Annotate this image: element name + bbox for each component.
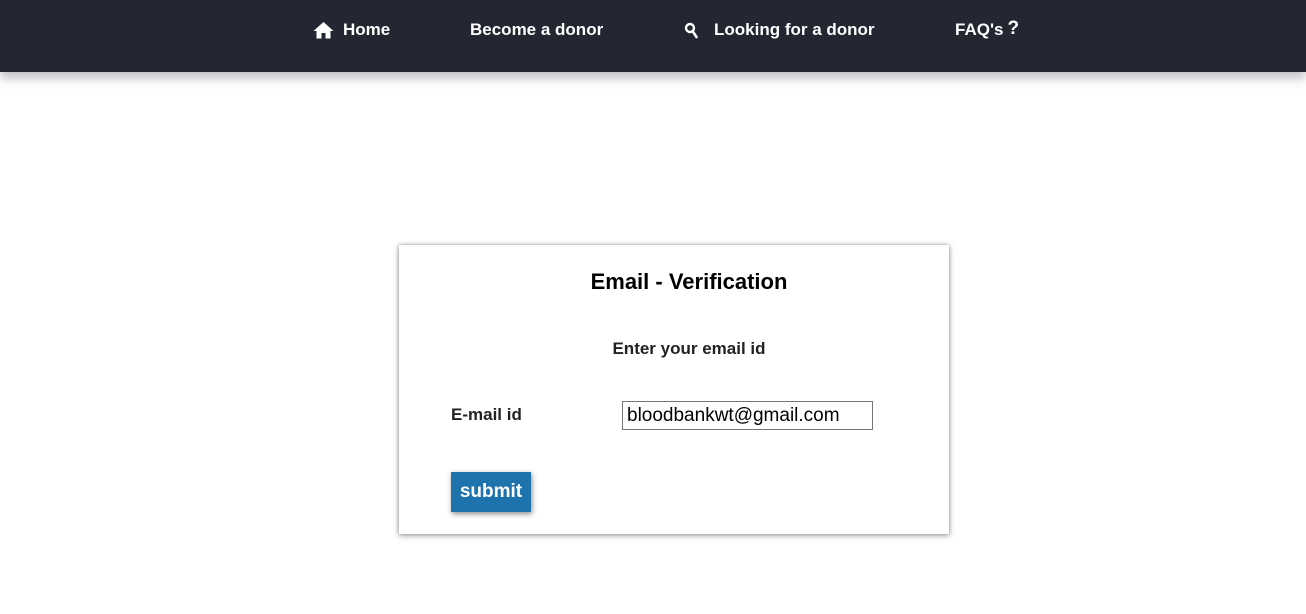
- nav-faq-link[interactable]: FAQ's ?: [955, 0, 1019, 60]
- nav-faq-label: FAQ's: [955, 20, 1004, 39]
- nav-looking-for-donor-label: Looking for a donor: [714, 20, 875, 39]
- nav-looking-for-donor-link[interactable]: Looking for a donor: [684, 0, 875, 60]
- email-verification-card: Email - Verification Enter your email id…: [399, 245, 949, 534]
- help-icon: ?: [1007, 18, 1020, 39]
- card-subtitle: Enter your email id: [612, 339, 766, 358]
- nav-home-label: Home: [343, 20, 391, 39]
- email-label: E-mail id: [451, 405, 522, 424]
- card-title: Email - Verification: [590, 269, 788, 294]
- email-input[interactable]: [622, 401, 873, 430]
- top-navbar: Home Become a donor Looking for a donor …: [0, 0, 1306, 72]
- nav-become-donor-label: Become a donor: [470, 20, 604, 39]
- submit-button[interactable]: submit: [451, 472, 531, 512]
- nav-become-donor-link[interactable]: Become a donor: [470, 0, 603, 60]
- nav-home-link[interactable]: Home: [313, 0, 390, 60]
- search-icon: [684, 22, 698, 39]
- home-icon: [313, 21, 334, 39]
